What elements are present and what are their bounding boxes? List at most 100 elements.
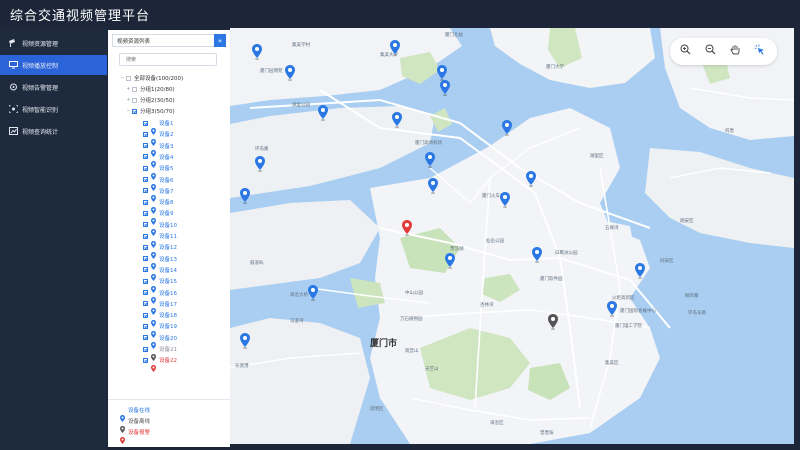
camera-marker[interactable] <box>402 220 412 237</box>
pan-button[interactable] <box>730 44 745 59</box>
alarm-icon <box>8 82 18 92</box>
checkbox[interactable] <box>143 188 148 194</box>
camera-marker[interactable] <box>308 285 318 302</box>
device-item[interactable]: 设备8 <box>142 197 174 214</box>
checkbox[interactable] <box>126 75 131 81</box>
device-label: 设备13 <box>159 256 177 263</box>
checkbox[interactable] <box>143 143 148 149</box>
device-item[interactable]: 设备18 <box>142 310 177 327</box>
device-item[interactable]: 设备10 <box>142 220 177 237</box>
collapse-toggle-icon[interactable]: − <box>120 75 125 81</box>
checkbox[interactable] <box>143 290 148 295</box>
zoom-out-button[interactable] <box>705 44 720 59</box>
device-item[interactable]: 设备1 <box>142 118 174 135</box>
device-item[interactable]: 设备17 <box>142 299 177 316</box>
checkbox[interactable] <box>143 346 148 352</box>
camera-marker[interactable] <box>607 301 617 318</box>
checkbox[interactable] <box>143 210 148 216</box>
checkbox[interactable] <box>143 312 148 318</box>
device-item[interactable]: 设备11 <box>142 231 177 248</box>
device-item[interactable]: 设备5 <box>142 163 174 180</box>
sidebar-item-video-statistics[interactable]: 视频查询统计 <box>0 121 107 141</box>
sidebar-item-video-recognition[interactable]: 视频智能识别 <box>0 99 107 119</box>
checkbox[interactable] <box>132 108 137 114</box>
device-item[interactable]: 设备7 <box>142 186 174 203</box>
sidebar-nav: 视频资源管理 视频播放控制 视频告警管理 视频智能识别 视频查询统计 <box>0 27 107 450</box>
camera-pin-icon <box>151 334 156 350</box>
checkbox[interactable] <box>143 233 148 239</box>
camera-marker[interactable] <box>392 112 402 129</box>
checkbox[interactable] <box>143 256 148 262</box>
camera-marker[interactable] <box>318 105 328 122</box>
camera-marker[interactable] <box>526 171 536 188</box>
device-item[interactable]: 设备22 <box>142 355 177 372</box>
map-label: 白鹭洲公园 <box>555 251 578 256</box>
camera-marker[interactable] <box>240 188 250 205</box>
device-item[interactable]: 设备14 <box>142 265 177 282</box>
expand-toggle-icon[interactable]: + <box>126 86 131 92</box>
tree-group[interactable]: − 分组3(50/70) <box>126 106 174 116</box>
tree-root[interactable]: − 全部设备(100/200) <box>120 73 183 83</box>
device-item[interactable]: 设备20 <box>142 333 177 350</box>
checkbox[interactable] <box>143 120 148 126</box>
tree-group[interactable]: + 分组1(20/80) <box>126 84 174 94</box>
device-item[interactable]: 设备19 <box>142 321 177 338</box>
camera-marker[interactable] <box>425 152 435 169</box>
collapse-toggle-icon[interactable]: − <box>126 108 131 114</box>
pointer-icon <box>754 44 764 55</box>
camera-pin-icon <box>151 289 156 304</box>
checkbox[interactable] <box>143 244 148 250</box>
checkbox[interactable] <box>143 267 148 273</box>
checkbox[interactable] <box>143 323 148 329</box>
checkbox[interactable] <box>143 335 148 341</box>
device-item[interactable]: 设备13 <box>142 254 177 271</box>
device-item[interactable]: 设备16 <box>142 288 177 304</box>
device-item[interactable]: 设备21 <box>142 344 177 361</box>
camera-pin-icon <box>151 312 156 327</box>
camera-marker[interactable] <box>502 120 512 137</box>
tree-group[interactable]: + 分组2(30/50) <box>126 95 174 105</box>
camera-marker[interactable] <box>635 263 645 280</box>
checkbox[interactable] <box>132 86 137 92</box>
checkbox[interactable] <box>143 131 148 137</box>
checkbox[interactable] <box>143 154 148 160</box>
expand-toggle-icon[interactable]: + <box>126 97 131 103</box>
checkbox[interactable] <box>143 199 148 205</box>
device-item[interactable]: 设备6 <box>142 175 174 191</box>
camera-marker[interactable] <box>285 65 295 82</box>
camera-marker[interactable] <box>255 156 265 173</box>
checkbox[interactable] <box>143 222 148 228</box>
camera-marker[interactable] <box>500 192 510 209</box>
sidebar-item-video-resource[interactable]: 视频资源管理 <box>0 33 107 53</box>
device-item[interactable]: 设备2 <box>142 129 174 146</box>
device-item[interactable]: 设备15 <box>142 276 177 293</box>
collapse-panel-button[interactable]: « <box>214 34 226 47</box>
camera-marker[interactable] <box>428 178 438 195</box>
checkbox[interactable] <box>132 97 137 103</box>
device-item[interactable]: 设备12 <box>142 242 177 259</box>
device-label: 设备21 <box>159 347 177 353</box>
camera-marker[interactable] <box>445 253 455 270</box>
checkbox[interactable] <box>143 177 148 182</box>
device-item[interactable]: 设备4 <box>142 152 174 169</box>
panel-header: 视频资源列表 « <box>112 34 226 47</box>
camera-marker[interactable] <box>252 44 262 61</box>
sidebar-item-video-playback[interactable]: 视频播放控制 <box>0 55 107 75</box>
checkbox[interactable] <box>143 301 148 307</box>
camera-marker[interactable] <box>532 247 542 264</box>
checkbox[interactable] <box>143 357 148 363</box>
device-search-input[interactable] <box>119 53 217 66</box>
camera-marker[interactable] <box>548 314 558 331</box>
camera-marker[interactable] <box>390 40 400 57</box>
select-button[interactable] <box>754 44 769 59</box>
camera-marker[interactable] <box>240 333 250 350</box>
zoom-in-button[interactable] <box>680 44 695 59</box>
marker-shadow <box>243 347 247 349</box>
checkbox[interactable] <box>143 278 148 284</box>
device-item[interactable]: 设备3 <box>142 141 174 158</box>
device-item[interactable]: 设备9 <box>142 208 174 225</box>
sidebar-item-video-alarm[interactable]: 视频告警管理 <box>0 77 107 97</box>
checkbox[interactable] <box>143 165 148 171</box>
map-view[interactable]: 集美学村 集美大学 厦门北站 厦门高崎机场 厦门大学 厦门园博苑 厦门火车站 筼… <box>230 28 794 444</box>
camera-marker[interactable] <box>440 80 450 97</box>
